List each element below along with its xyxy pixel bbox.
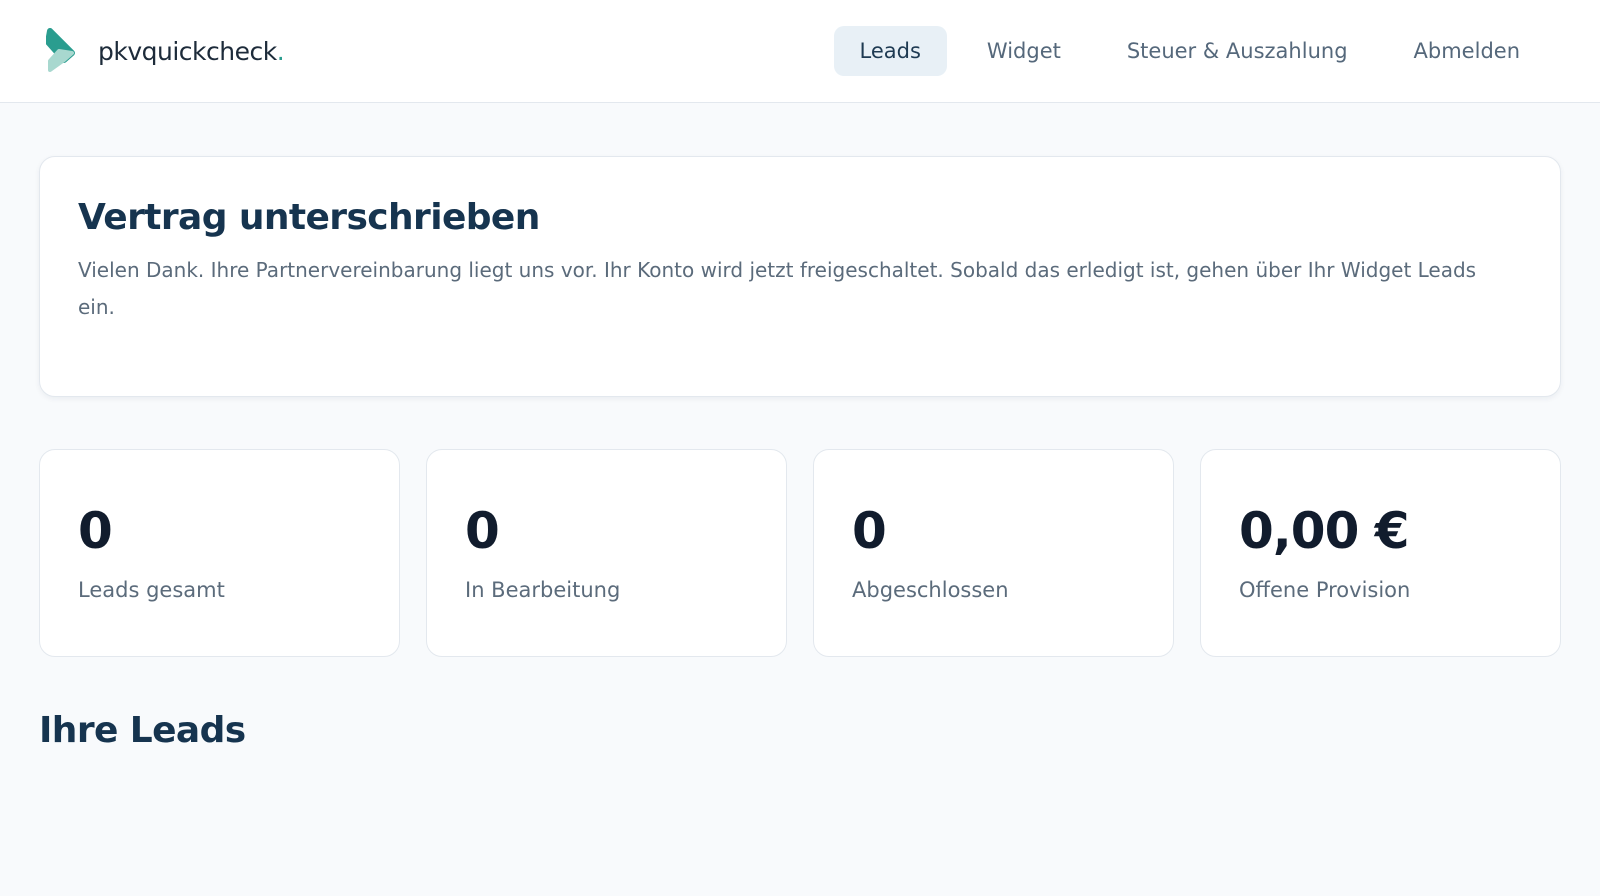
stat-card-open-commission: 0,00 € Offene Provision	[1200, 449, 1561, 657]
stats-row: 0 Leads gesamt 0 In Bearbeitung 0 Abgesc…	[39, 449, 1561, 657]
stat-label: Leads gesamt	[78, 578, 225, 602]
stat-card-leads-total: 0 Leads gesamt	[39, 449, 400, 657]
stat-value: 0	[78, 502, 113, 560]
stat-label: Abgeschlossen	[852, 578, 1009, 602]
notice-text: Vielen Dank. Ihre Partnervereinbarung li…	[78, 258, 1477, 319]
main-nav: Leads Widget Steuer & Auszahlung Abmelde…	[833, 26, 1547, 76]
notice-title: Vertrag unterschrieben	[78, 197, 540, 238]
brand-logo-link[interactable]: pkvquickcheck.	[46, 28, 285, 74]
nav-item-steuer-auszahlung[interactable]: Steuer & Auszahlung	[1101, 26, 1374, 76]
chevron-logo-icon	[46, 28, 75, 72]
stat-card-in-progress: 0 In Bearbeitung	[426, 449, 787, 657]
nav-item-leads[interactable]: Leads	[833, 26, 947, 76]
brand-name: pkvquickcheck.	[98, 36, 285, 66]
stat-value: 0,00 €	[1239, 502, 1410, 560]
contract-signed-notice: Vertrag unterschrieben Vielen Dank. Ihre…	[39, 156, 1561, 397]
top-header: pkvquickcheck. Leads Widget Steuer & Aus…	[0, 0, 1600, 103]
stat-card-completed: 0 Abgeschlossen	[813, 449, 1174, 657]
stat-label: In Bearbeitung	[465, 578, 621, 602]
stat-value: 0	[852, 502, 887, 560]
nav-item-widget[interactable]: Widget	[961, 26, 1087, 76]
stat-value: 0	[465, 502, 500, 560]
stat-label: Offene Provision	[1239, 578, 1411, 602]
nav-item-abmelden[interactable]: Abmelden	[1388, 26, 1546, 76]
leads-section-title: Ihre Leads	[39, 710, 246, 751]
